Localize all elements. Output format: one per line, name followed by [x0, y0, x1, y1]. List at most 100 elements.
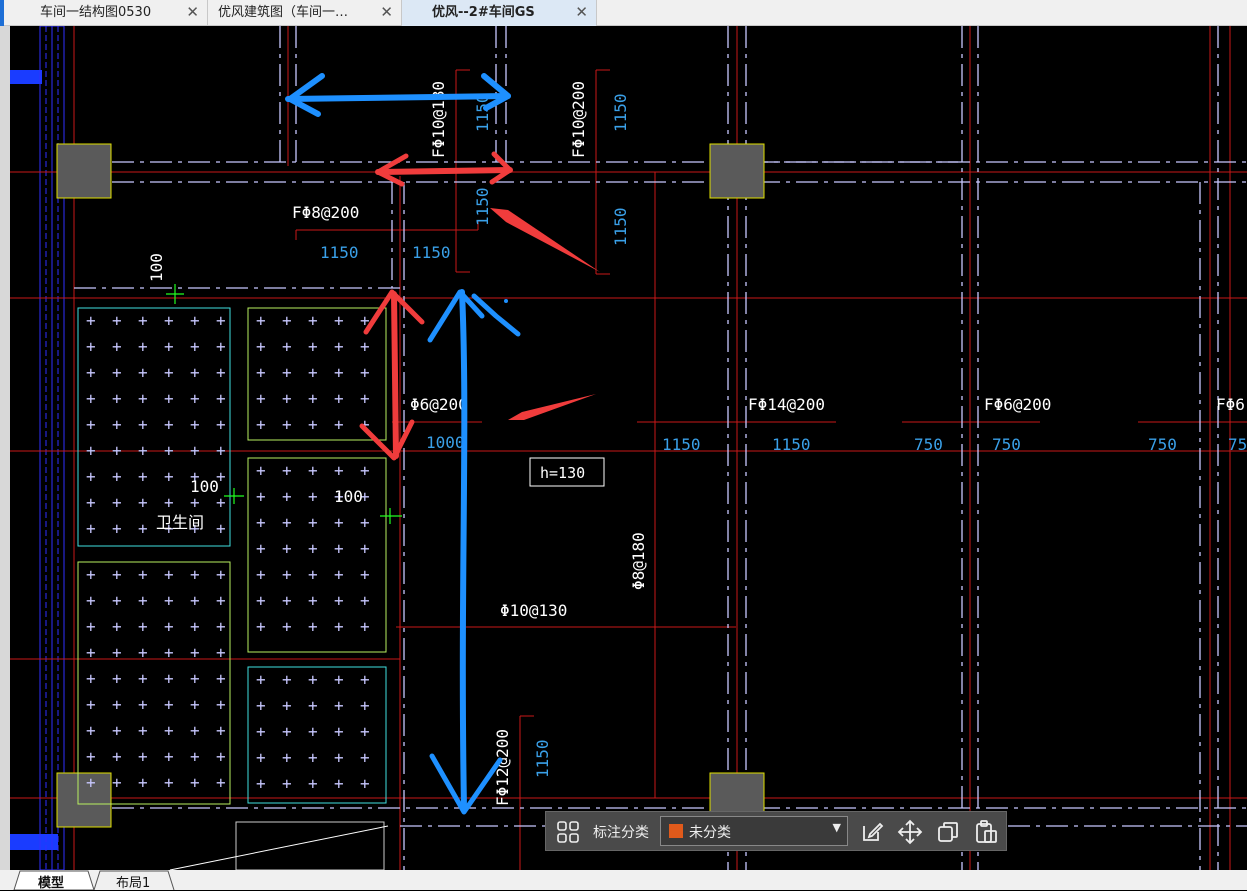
- tile-plus-mark: +: [360, 591, 370, 610]
- dim-100: 100: [190, 477, 219, 496]
- tile-plus-mark: +: [308, 415, 318, 434]
- dim-100: 100: [147, 253, 166, 282]
- tile-plus-mark: +: [164, 721, 174, 740]
- tile-plus-mark: +: [138, 773, 148, 792]
- tile-plus-mark: +: [112, 721, 122, 740]
- document-tab-bar: 车间一结构图0530 ✕ 优风建筑图（车间一… ✕ 优风--2#车间GS ✕: [0, 0, 1247, 26]
- tile-plus-mark: +: [282, 670, 292, 689]
- annotation-toolbar: 标注分类 未分类 ▼: [545, 811, 1007, 851]
- tile-plus-mark: +: [334, 363, 344, 382]
- tile-plus-mark: +: [86, 669, 96, 688]
- tile-plus-mark: +: [86, 415, 96, 434]
- label-mid: FΦ8@200: [292, 203, 359, 222]
- tile-plus-mark: +: [334, 774, 344, 793]
- tile-plus-mark: +: [308, 337, 318, 356]
- tile-plus-mark: +: [112, 467, 122, 486]
- tile-plus-mark: +: [256, 748, 266, 767]
- tile-plus-mark: +: [86, 617, 96, 636]
- tile-plus-mark: +: [164, 337, 174, 356]
- tile-plus-mark: +: [86, 695, 96, 714]
- category-dropdown[interactable]: 未分类 ▼: [660, 816, 848, 846]
- tab-label: 优风--2#车间GS: [432, 5, 535, 20]
- tile-plus-mark: +: [256, 539, 266, 558]
- tile-plus-mark: +: [86, 721, 96, 740]
- tab-architecture-drawing[interactable]: 优风建筑图（车间一… ✕: [208, 0, 402, 26]
- tile-plus-mark: +: [86, 389, 96, 408]
- tile-plus-mark: +: [190, 389, 200, 408]
- red-arrow: [375, 167, 513, 175]
- dim-1150: 1150: [662, 435, 701, 454]
- tile-plus-mark: +: [334, 311, 344, 330]
- dim-1150: 1150: [473, 187, 492, 226]
- tile-plus-mark: +: [164, 591, 174, 610]
- grid-apps-icon[interactable]: [554, 818, 582, 846]
- tile-plus-mark: +: [112, 695, 122, 714]
- tile-plus-mark: +: [190, 415, 200, 434]
- tile-plus-mark: +: [190, 669, 200, 688]
- label-f14: FΦ14@200: [748, 395, 825, 414]
- tile-plus-mark: +: [360, 513, 370, 532]
- tile-plus-mark: +: [190, 721, 200, 740]
- tile-plus-mark: +: [112, 669, 122, 688]
- tab-model[interactable]: 模型: [38, 872, 64, 891]
- edit-icon[interactable]: [858, 818, 886, 846]
- tile-plus-mark: +: [190, 363, 200, 382]
- cad-drawing-canvas[interactable]: + + + + + + + + + + + + + + + + + + + + + + + + + + + + + + + + + + + + + + + +…: [0, 26, 1247, 870]
- tile-plus-mark: +: [112, 591, 122, 610]
- tile-plus-mark: +: [190, 695, 200, 714]
- tile-plus-mark: +: [138, 363, 148, 382]
- tile-plus-mark: +: [334, 539, 344, 558]
- tile-plus-mark: +: [308, 513, 318, 532]
- tile-plus-mark: +: [308, 774, 318, 793]
- copy-icon[interactable]: [934, 818, 962, 846]
- tile-plus-mark: +: [86, 311, 96, 330]
- tile-plus-mark: +: [164, 467, 174, 486]
- wall-marker: [10, 834, 58, 850]
- tile-plus-mark: +: [360, 722, 370, 741]
- tile-plus-mark: +: [190, 441, 200, 460]
- tile-plus-mark: +: [86, 643, 96, 662]
- tile-plus-mark: +: [112, 337, 122, 356]
- tile-plus-mark: +: [334, 337, 344, 356]
- tile-plus-mark: +: [334, 415, 344, 434]
- tile-plus-mark: +: [112, 773, 122, 792]
- tile-plus-mark: +: [256, 363, 266, 382]
- tab-layout1[interactable]: 布局1: [116, 872, 150, 891]
- close-icon[interactable]: ✕: [380, 0, 393, 25]
- close-icon[interactable]: ✕: [575, 0, 588, 25]
- tile-plus-mark: +: [216, 441, 226, 460]
- label-f6-partial: FΦ6: [1216, 395, 1245, 414]
- tile-plus-mark: +: [86, 441, 96, 460]
- tile-plus-mark: +: [282, 363, 292, 382]
- tile-plus-mark: +: [334, 389, 344, 408]
- tile-plus-mark: +: [190, 311, 200, 330]
- tile-plus-mark: +: [138, 695, 148, 714]
- tile-plus-mark: +: [216, 311, 226, 330]
- tile-plus-mark: +: [334, 748, 344, 767]
- paste-icon[interactable]: [972, 818, 1000, 846]
- tile-plus-mark: +: [308, 363, 318, 382]
- layout-tab-bar: 模型 布局1: [0, 870, 1247, 891]
- tile-plus-mark: +: [138, 519, 148, 538]
- tile-plus-mark: +: [308, 461, 318, 480]
- tile-plus-mark: +: [360, 539, 370, 558]
- tab-workshop-gs[interactable]: 优风--2#车间GS ✕: [402, 0, 597, 26]
- tile-plus-mark: +: [112, 617, 122, 636]
- dim-75: 75: [1228, 435, 1247, 454]
- close-icon[interactable]: ✕: [186, 0, 199, 25]
- move-icon[interactable]: [896, 818, 924, 846]
- tile-plus-mark: +: [282, 415, 292, 434]
- tile-plus-mark: +: [360, 774, 370, 793]
- tile-plus-mark: +: [164, 747, 174, 766]
- tab-bar-accent: [0, 0, 4, 26]
- tile-plus-mark: +: [360, 748, 370, 767]
- blue-arrow: [459, 289, 468, 811]
- tile-plus-mark: +: [190, 617, 200, 636]
- tile-plus-mark: +: [164, 617, 174, 636]
- dim-750: 750: [992, 435, 1021, 454]
- room-label: 卫生间: [156, 513, 204, 532]
- tile-plus-mark: +: [216, 565, 226, 584]
- tile-plus-mark: +: [256, 722, 266, 741]
- tile-plus-mark: +: [334, 670, 344, 689]
- tab-structure-drawing[interactable]: 车间一结构图0530 ✕: [30, 0, 208, 26]
